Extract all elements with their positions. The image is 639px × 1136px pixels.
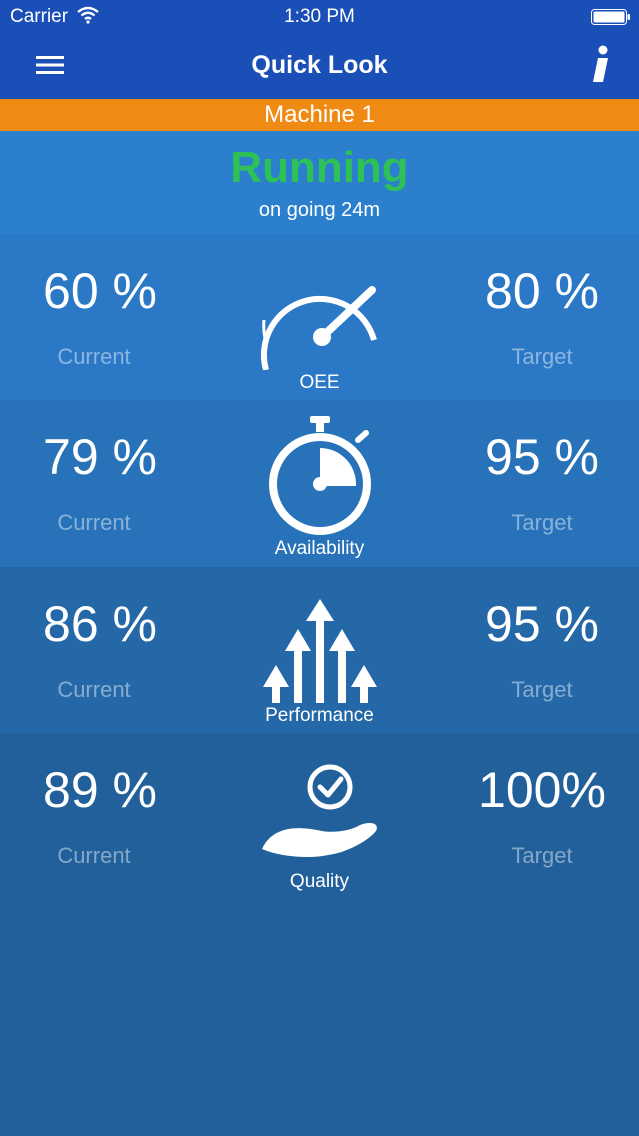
machine-name: Machine 1 bbox=[0, 99, 639, 131]
metric-name: Availability bbox=[274, 538, 365, 559]
target-value: 80 % bbox=[485, 263, 599, 319]
current-value: 89 % bbox=[43, 762, 157, 818]
status-bar: Carrier 1:30 PM bbox=[0, 0, 639, 34]
current-label: Current bbox=[57, 344, 131, 369]
stopwatch-icon bbox=[269, 416, 371, 535]
info-icon[interactable] bbox=[589, 45, 613, 85]
current-value: 86 % bbox=[43, 596, 157, 652]
target-value: 95 % bbox=[485, 596, 599, 652]
current-value: 79 % bbox=[43, 429, 157, 485]
metric-row-quality: 89 % Current 100% Target Quality bbox=[0, 733, 639, 900]
target-label: Target bbox=[511, 843, 573, 868]
current-label: Current bbox=[57, 677, 131, 702]
nav-bar: Quick Look bbox=[0, 34, 639, 99]
up-arrows-icon bbox=[263, 599, 377, 703]
clock: 1:30 PM bbox=[284, 6, 355, 27]
current-label: Current bbox=[57, 510, 131, 535]
current-value: 60 % bbox=[43, 263, 157, 319]
status-duration: on going 24m bbox=[258, 199, 381, 221]
battery-icon bbox=[591, 9, 630, 25]
current-label: Current bbox=[57, 843, 131, 868]
hand-check-icon bbox=[262, 764, 377, 857]
page-title: Quick Look bbox=[251, 51, 388, 79]
target-value: 100% bbox=[478, 762, 606, 818]
target-label: Target bbox=[511, 677, 573, 702]
metric-name: Quality bbox=[289, 871, 350, 892]
target-label: Target bbox=[511, 510, 573, 535]
status-label: Running bbox=[230, 143, 409, 192]
metric-name: Performance bbox=[265, 705, 374, 726]
metric-row-oee: 60 % Current 80 % Target OEE bbox=[0, 234, 639, 401]
metric-row-availability: 79 % Current 95 % Target Availability bbox=[0, 400, 639, 567]
target-label: Target bbox=[511, 344, 573, 369]
machine-status: Running on going 24m bbox=[0, 131, 639, 234]
target-value: 95 % bbox=[485, 429, 599, 485]
speedometer-icon bbox=[261, 286, 377, 370]
metric-row-performance: 86 % Current 95 % Target Performance bbox=[0, 567, 639, 734]
metric-name: OEE bbox=[299, 372, 340, 393]
